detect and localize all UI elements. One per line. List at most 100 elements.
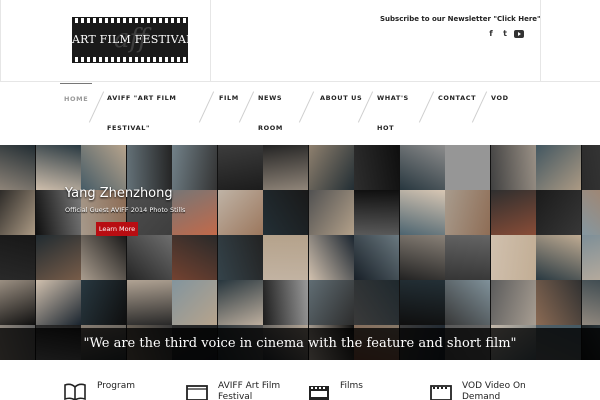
facebook-icon[interactable]: f bbox=[486, 29, 496, 39]
nav-item-whats-hot[interactable]: WHAT'S HOT bbox=[377, 83, 409, 143]
nav-item-contact[interactable]: CONTACT bbox=[438, 83, 476, 113]
mosaic-photo-tile bbox=[172, 235, 217, 280]
mosaic-photo-tile bbox=[172, 280, 217, 325]
mosaic-photo-tile bbox=[308, 190, 354, 235]
mosaic-photo-tile bbox=[490, 280, 536, 325]
mosaic-photo-tile bbox=[126, 235, 172, 280]
mosaic-photo-tile bbox=[172, 145, 217, 190]
mosaic-photo-tile bbox=[399, 190, 445, 235]
mosaic-photo-tile bbox=[354, 235, 399, 280]
feature-label: AVIFF Art Film bbox=[218, 381, 281, 391]
mosaic-photo-tile bbox=[263, 235, 308, 280]
mosaic-photo-tile bbox=[490, 190, 536, 235]
nav-item-aviff-art-film-festival[interactable]: AVIFF "ART FILM FESTIVAL" bbox=[107, 83, 176, 143]
mosaic-photo-tile bbox=[536, 235, 581, 280]
feature-vod[interactable]: VOD Video On Demand bbox=[462, 381, 526, 400]
mosaic-photo-tile bbox=[81, 280, 126, 325]
mosaic-photo-tile bbox=[0, 280, 35, 325]
mosaic-photo-tile bbox=[354, 280, 399, 325]
book-icon[interactable] bbox=[64, 383, 86, 400]
nav-item-label: HOT bbox=[377, 124, 395, 132]
nav-item-label: FILM bbox=[219, 94, 239, 102]
nav-item-label: FESTIVAL" bbox=[107, 124, 150, 132]
nav-item-label: AVIFF "ART FILM bbox=[107, 94, 177, 102]
mosaic-photo-tile bbox=[217, 235, 263, 280]
nav-item-label: NEWS bbox=[258, 94, 283, 102]
mosaic-photo-tile bbox=[399, 280, 445, 325]
mosaic-photo-tile bbox=[308, 235, 354, 280]
feature-label: VOD Video On bbox=[462, 381, 526, 391]
mosaic-photo-tile bbox=[536, 190, 581, 235]
newsletter-link[interactable]: Subscribe to our Newsletter "Click Here" bbox=[380, 15, 541, 23]
nav-item-label: CONTACT bbox=[438, 94, 477, 102]
site-header: aff ART FILM FESTIVAL Subscribe to our N… bbox=[0, 0, 600, 82]
mosaic-photo-tile bbox=[399, 145, 445, 190]
nav-item-label: HOME bbox=[64, 95, 89, 103]
mosaic-photo-tile bbox=[35, 145, 81, 190]
mosaic-photo-tile bbox=[35, 280, 81, 325]
header-divider bbox=[540, 0, 541, 82]
mosaic-photo-tile bbox=[536, 280, 581, 325]
hero-subtitle: Official Guest AVIFF 2014 Photo Stills bbox=[65, 206, 186, 214]
film-reel-icon[interactable] bbox=[430, 383, 452, 400]
header-divider bbox=[0, 0, 1, 82]
hero-title: Yang Zhenzhong bbox=[65, 186, 173, 201]
mosaic-photo-tile bbox=[445, 145, 490, 190]
nav-item-label: ROOM bbox=[258, 124, 283, 132]
mosaic-photo-tile bbox=[0, 235, 35, 280]
feature-label: Program bbox=[97, 381, 135, 391]
mosaic-photo-tile bbox=[581, 145, 600, 190]
mosaic-photo-tile bbox=[0, 145, 35, 190]
nav-item-label: ABOUT US bbox=[320, 94, 363, 102]
mosaic-photo-tile bbox=[126, 280, 172, 325]
mosaic-photo-tile bbox=[263, 190, 308, 235]
nav-item-home[interactable]: HOME bbox=[60, 83, 93, 114]
feature-label: Festival bbox=[218, 392, 253, 400]
mosaic-photo-tile bbox=[581, 190, 600, 235]
mosaic-photo-tile bbox=[354, 145, 399, 190]
logo-text: ART FILM FESTIVAL bbox=[72, 33, 194, 46]
mosaic-photo-tile bbox=[263, 145, 308, 190]
nav-item-news-room[interactable]: NEWS ROOM bbox=[258, 83, 283, 143]
mosaic-photo-tile bbox=[354, 190, 399, 235]
feature-program[interactable]: Program bbox=[97, 381, 135, 392]
twitter-icon[interactable]: t bbox=[500, 29, 510, 39]
feature-label: Demand bbox=[462, 392, 501, 400]
nav-item-label: VOD bbox=[491, 94, 509, 102]
mosaic-photo-tile bbox=[263, 280, 308, 325]
mosaic-photo-tile bbox=[81, 235, 126, 280]
mosaic-photo-tile bbox=[35, 235, 81, 280]
mosaic-photo-tile bbox=[445, 235, 490, 280]
mosaic-photo-tile bbox=[445, 190, 490, 235]
mosaic-photo-tile bbox=[490, 145, 536, 190]
mosaic-photo-tile bbox=[81, 145, 126, 190]
hero-quote: "We are the third voice in cinema with t… bbox=[0, 328, 600, 360]
feature-films[interactable]: Films bbox=[340, 381, 363, 392]
mosaic-photo-tile bbox=[490, 235, 536, 280]
film-icon[interactable] bbox=[308, 383, 330, 400]
mosaic-photo-tile bbox=[126, 145, 172, 190]
feature-aviff-art-film-festival[interactable]: AVIFF Art Film Festival bbox=[218, 381, 280, 400]
mosaic-photo-tile bbox=[217, 145, 263, 190]
mosaic-photo-tile bbox=[0, 190, 35, 235]
mosaic-photo-tile bbox=[217, 280, 263, 325]
film-perforation bbox=[72, 57, 188, 62]
youtube-icon[interactable] bbox=[514, 29, 524, 39]
mosaic-photo-tile bbox=[308, 280, 354, 325]
learn-more-button[interactable]: Learn More bbox=[96, 222, 138, 236]
header-divider bbox=[210, 0, 211, 82]
mosaic-photo-tile bbox=[399, 235, 445, 280]
nav-item-film[interactable]: FILM bbox=[219, 83, 239, 113]
feature-label: Films bbox=[340, 381, 363, 391]
hero-slider[interactable]: Yang Zhenzhong Official Guest AVIFF 2014… bbox=[0, 145, 600, 360]
film-perforation bbox=[72, 18, 188, 23]
mosaic-photo-tile bbox=[581, 280, 600, 325]
screen-icon[interactable] bbox=[186, 383, 208, 400]
nav-item-about-us[interactable]: ABOUT US bbox=[320, 83, 362, 113]
nav-item-label: WHAT'S bbox=[377, 94, 409, 102]
mosaic-photo-tile bbox=[217, 190, 263, 235]
site-logo[interactable]: aff ART FILM FESTIVAL bbox=[72, 17, 194, 63]
nav-item-vod[interactable]: VOD bbox=[491, 83, 509, 113]
mosaic-photo-tile bbox=[536, 145, 581, 190]
feature-links: Program AVIFF Art Film Festival Films VO… bbox=[0, 360, 600, 400]
